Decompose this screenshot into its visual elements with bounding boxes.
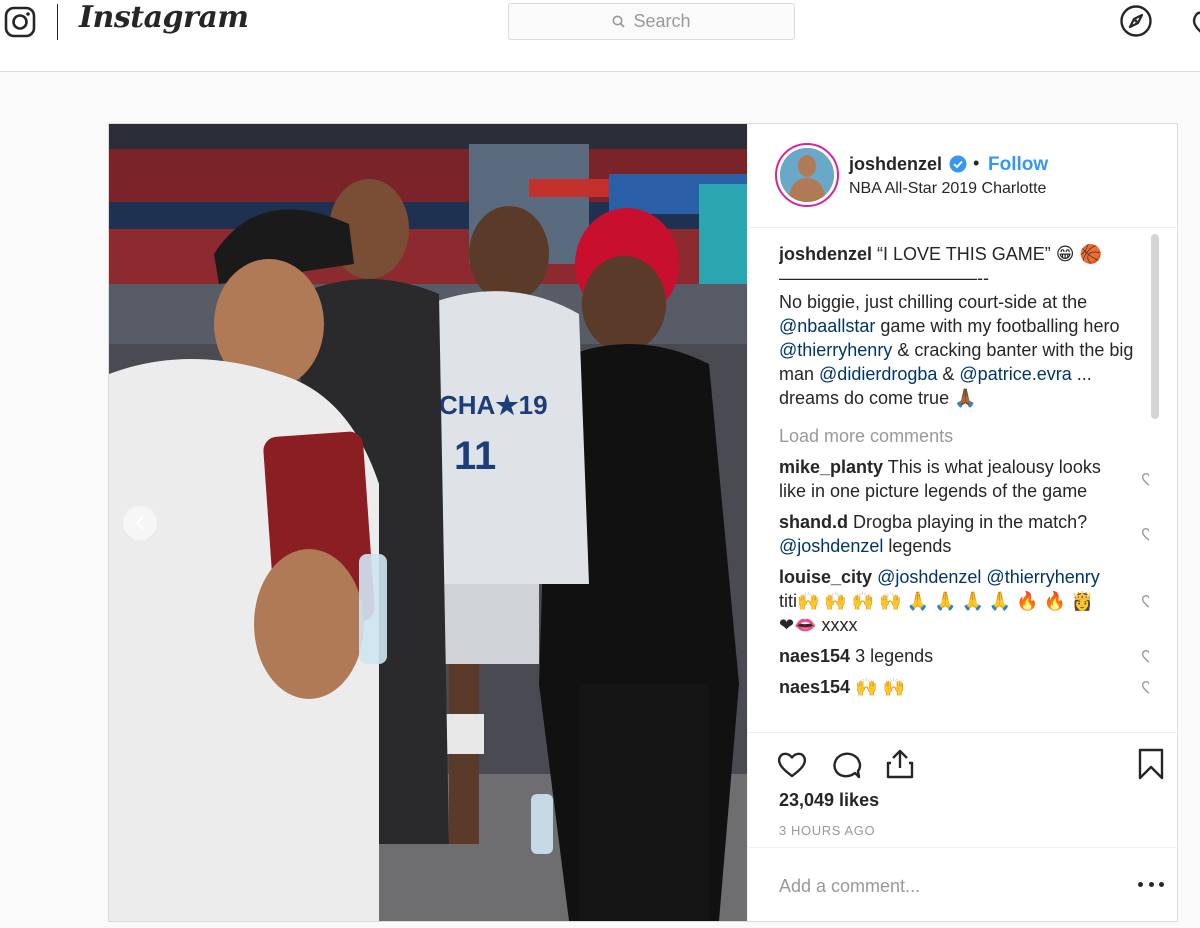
- comment-item: mike_planty This is what jealousy looks …: [779, 455, 1149, 503]
- post-caption: joshdenzel “I LOVE THIS GAME” 😁 🏀 ——————…: [779, 242, 1149, 410]
- follow-button[interactable]: Follow: [988, 154, 1048, 176]
- comment-like-heart-icon[interactable]: [1141, 679, 1149, 695]
- avatar-illustration: [780, 148, 834, 202]
- post-location[interactable]: NBA All-Star 2019 Charlotte: [849, 180, 1046, 198]
- mention-patrice-evra[interactable]: @patrice.evra: [959, 364, 1071, 384]
- comment-text: 3 legends: [855, 646, 934, 666]
- comment-item: naes154 3 legends: [779, 644, 1149, 668]
- comment-text: 🙌 🙌: [855, 677, 905, 697]
- comments-section: joshdenzel “I LOVE THIS GAME” 😁 🏀 ——————…: [779, 242, 1149, 730]
- comment-item: naes154 🙌 🙌: [779, 675, 1149, 699]
- load-more-comments-button[interactable]: Load more comments: [779, 424, 953, 448]
- comment-like-heart-icon[interactable]: [1141, 471, 1149, 487]
- svg-text:CHA★19: CHA★19: [439, 390, 548, 420]
- comment-username[interactable]: louise_city: [779, 567, 872, 587]
- mention-thierryhenry[interactable]: @thierryhenry: [779, 340, 892, 360]
- more-dot: [1159, 881, 1164, 887]
- svg-text:11: 11: [454, 434, 496, 478]
- comments-scrollbar[interactable]: [1151, 234, 1159, 419]
- mention-didierdrogba[interactable]: @didierdrogba: [819, 364, 937, 384]
- caption-text-1: No biggie, just chilling court-side at t…: [779, 292, 1088, 312]
- comment-username[interactable]: shand.d: [779, 512, 848, 532]
- more-dot: [1138, 881, 1143, 887]
- comment-bubble-icon[interactable]: [829, 747, 863, 781]
- search-input[interactable]: Search: [508, 3, 795, 40]
- heart-activity-icon[interactable]: [1190, 4, 1200, 38]
- verified-badge-icon: [949, 155, 967, 173]
- instagram-wordmark[interactable]: Instagram: [79, 0, 249, 35]
- instagram-camera-icon[interactable]: [4, 6, 36, 38]
- comment-mention[interactable]: @joshdenzel: [779, 536, 883, 556]
- add-comment-input[interactable]: [779, 872, 1099, 900]
- comment-mention[interactable]: @joshdenzel: [877, 567, 981, 587]
- bookmark-icon[interactable]: [1134, 747, 1168, 781]
- caption-text-2: game with my footballing hero: [875, 316, 1120, 336]
- caption-text-4: &: [937, 364, 960, 384]
- post-author-username[interactable]: joshdenzel: [849, 154, 942, 175]
- mention-nbaallstar[interactable]: @nbaallstar: [779, 316, 875, 336]
- avatar[interactable]: [775, 143, 839, 207]
- separator-dot: •: [973, 153, 980, 173]
- comment-item: shand.d Drogba playing in the match? @jos…: [779, 510, 1149, 558]
- post-card: CHA★19 11 joshdenzel • Follow NBA All-St…: [108, 123, 1178, 922]
- comment-username[interactable]: mike_planty: [779, 457, 883, 477]
- add-comment-section: [748, 847, 1178, 921]
- comment-mention[interactable]: @thierryhenry: [986, 567, 1099, 587]
- comment-text: Drogba playing in the match?: [853, 512, 1088, 532]
- search-icon: [612, 15, 626, 28]
- logo-divider: [57, 4, 58, 40]
- heart-icon[interactable]: [775, 747, 809, 781]
- photo-illustration: CHA★19 11: [109, 124, 747, 921]
- compass-icon[interactable]: [1119, 4, 1153, 38]
- chevron-left-icon: [135, 516, 144, 530]
- post-photo[interactable]: CHA★19 11: [109, 124, 747, 921]
- caption-separator: ———————————--: [779, 268, 989, 288]
- comment-username[interactable]: naes154: [779, 677, 850, 697]
- post-timestamp[interactable]: 3 HOURS AGO: [779, 823, 875, 838]
- more-dot: [1148, 881, 1154, 887]
- comment-username[interactable]: naes154: [779, 646, 850, 666]
- top-navigation-bar: Instagram Search: [0, 0, 1200, 72]
- post-header: joshdenzel • Follow NBA All-Star 2019 Ch…: [748, 124, 1178, 228]
- previous-photo-button[interactable]: [123, 506, 157, 540]
- likes-count[interactable]: 23,049 likes: [779, 790, 879, 811]
- comment-text-after: legends: [883, 536, 952, 556]
- comment-item: louise_city @joshdenzel @thierryhenry ti…: [779, 565, 1149, 637]
- comment-text: titi🙌 🙌 🙌 🙌 🙏 🙏 🙏 🙏 🔥 🔥 👸 ❤👄 xxxx: [779, 591, 1094, 635]
- comment-like-heart-icon[interactable]: [1141, 648, 1149, 664]
- caption-body: No biggie, just chilling court-side at t…: [779, 290, 1149, 410]
- comment-like-heart-icon[interactable]: [1141, 526, 1149, 542]
- post-actions-bar: [748, 732, 1178, 782]
- more-options-icon[interactable]: [1138, 874, 1164, 894]
- caption-username[interactable]: joshdenzel: [779, 244, 872, 264]
- caption-headline: “I LOVE THIS GAME” 😁 🏀: [877, 244, 1102, 264]
- share-icon[interactable]: [883, 747, 917, 781]
- search-placeholder: Search: [633, 11, 691, 31]
- post-sidebar: joshdenzel • Follow NBA All-Star 2019 Ch…: [747, 124, 1178, 921]
- comment-like-heart-icon[interactable]: [1141, 593, 1149, 609]
- avatar-image: [780, 148, 834, 202]
